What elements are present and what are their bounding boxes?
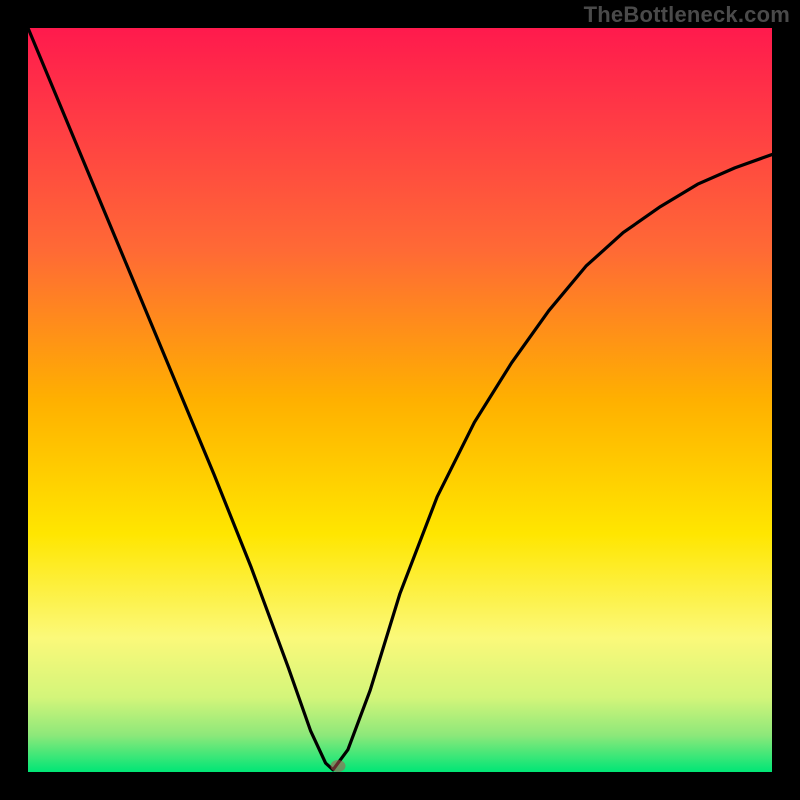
plot-area [28, 28, 772, 772]
bottleneck-curve [28, 28, 772, 772]
chart-frame: TheBottleneck.com [0, 0, 800, 800]
watermark-label: TheBottleneck.com [584, 2, 790, 28]
min-point-marker [331, 760, 346, 772]
